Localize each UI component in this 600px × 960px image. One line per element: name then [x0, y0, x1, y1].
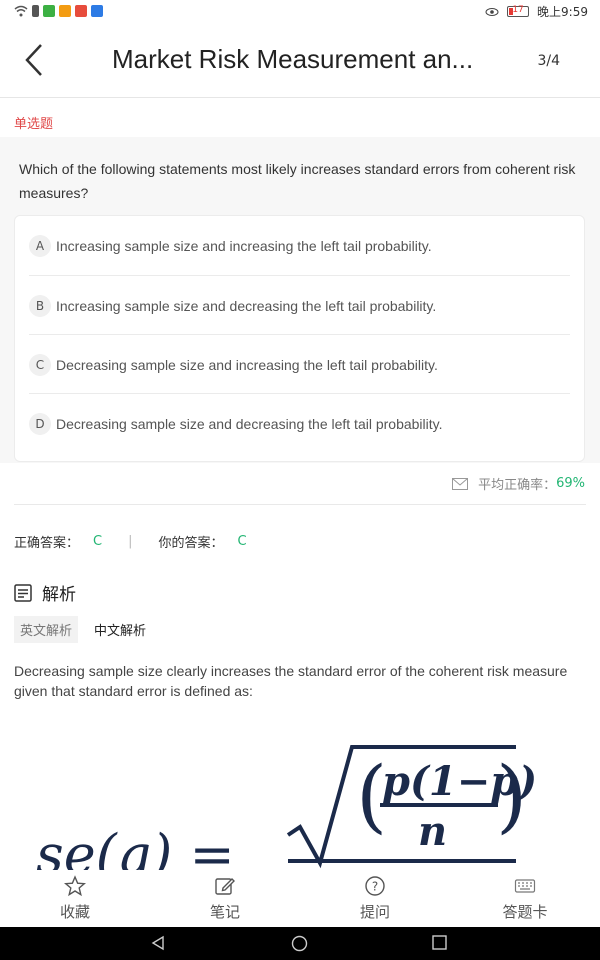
ask-button[interactable]: ? 提问: [300, 870, 450, 927]
option-letter: D: [29, 412, 51, 435]
option-text: Increasing sample size and decreasing th…: [56, 297, 437, 314]
question-type: 单选题: [14, 117, 54, 132]
sim-icon: [32, 5, 39, 17]
recents-nav-icon[interactable]: [432, 935, 447, 950]
option-letter: C: [29, 353, 51, 376]
answer-separator: |: [128, 534, 133, 549]
svg-text:?: ?: [372, 880, 378, 894]
question-icon: ?: [365, 876, 385, 896]
favorite-button[interactable]: 收藏: [0, 870, 150, 927]
question-counter: 3/4: [537, 53, 560, 69]
divider: [14, 504, 586, 505]
your-answer-value: C: [237, 534, 247, 549]
option-letter: B: [29, 294, 51, 317]
analysis-title: 解析: [42, 585, 76, 605]
star-icon: [64, 875, 86, 897]
question-text: Which of the following statements most l…: [19, 161, 576, 201]
battery-level: 17: [512, 5, 524, 15]
home-nav-icon[interactable]: [291, 935, 308, 952]
answer-row: 正确答案： C | 你的答案： C: [14, 532, 247, 551]
option-b[interactable]: B Increasing sample size and decreasing …: [29, 276, 570, 335]
formula-lhs: se(q) =: [36, 823, 235, 875]
formula-graphic: se(q) = ( p(1−p) n ): [36, 745, 537, 875]
option-d[interactable]: D Decreasing sample size and decreasing …: [29, 394, 570, 453]
formula-image: se(q) = ( p(1−p) n ): [30, 735, 550, 875]
option-text: Increasing sample size and increasing th…: [56, 237, 432, 254]
favorite-label: 收藏: [59, 903, 90, 921]
app-notify-icon: [43, 5, 55, 17]
option-text: Decreasing sample size and increasing th…: [56, 356, 438, 373]
formula-denominator: n: [418, 808, 447, 855]
header: Market Risk Measurement an... 3/4: [0, 24, 600, 98]
app-notify-icon: [91, 5, 103, 17]
question-panel: Which of the following statements most l…: [0, 137, 600, 463]
bottom-toolbar: 收藏 笔记 ? 提问 答题卡: [0, 870, 600, 927]
tab-chinese-analysis[interactable]: 中文解析: [88, 616, 152, 643]
edit-icon: [215, 878, 235, 895]
chevron-left-icon: [25, 44, 42, 76]
average-accuracy: 平均正确率： 69%: [452, 474, 585, 493]
app-notify-icon: [59, 5, 71, 17]
clock: 晚上9:59: [537, 5, 588, 19]
correct-answer-label: 正确答案：: [14, 536, 80, 551]
back-nav-icon[interactable]: [150, 935, 166, 951]
option-letter: A: [29, 234, 51, 257]
eye-icon: [485, 7, 499, 16]
accuracy-value: 69%: [556, 476, 585, 491]
answer-sheet-label: 答题卡: [502, 903, 548, 921]
status-icons: [14, 5, 103, 17]
options-card: A Increasing sample size and increasing …: [14, 215, 585, 462]
document-icon: [14, 583, 32, 602]
explanation-text: Decreasing sample size clearly increases…: [14, 663, 568, 699]
system-nav-bar: [0, 927, 600, 960]
option-text: Decreasing sample size and decreasing th…: [56, 415, 443, 432]
correct-answer-value: C: [93, 534, 103, 549]
status-bar: 17 晚上9:59: [0, 0, 600, 24]
ask-label: 提问: [359, 903, 390, 921]
mail-icon: [452, 477, 469, 490]
option-c[interactable]: C Decreasing sample size and increasing …: [29, 335, 570, 394]
analysis-tabs: 英文解析 中文解析: [14, 616, 152, 643]
notes-button[interactable]: 笔记: [150, 870, 300, 927]
tab-english-analysis[interactable]: 英文解析: [14, 616, 79, 643]
notes-label: 笔记: [209, 903, 240, 921]
app-notify-icon: [75, 5, 87, 17]
analysis-heading: 解析: [14, 580, 76, 605]
battery-icon: 17: [507, 5, 530, 17]
option-a[interactable]: A Increasing sample size and increasing …: [29, 216, 570, 275]
answer-sheet-button[interactable]: 答题卡: [450, 870, 600, 927]
page-title: Market Risk Measurement an...: [112, 44, 474, 74]
wifi-icon: [14, 5, 28, 17]
back-button[interactable]: [16, 40, 52, 80]
accuracy-label: 平均正确率：: [478, 478, 557, 493]
your-answer-label: 你的答案：: [158, 536, 224, 551]
svg-text:): ): [496, 749, 527, 842]
status-right: 17 晚上9:59: [485, 3, 588, 20]
keyboard-icon: [514, 879, 536, 893]
